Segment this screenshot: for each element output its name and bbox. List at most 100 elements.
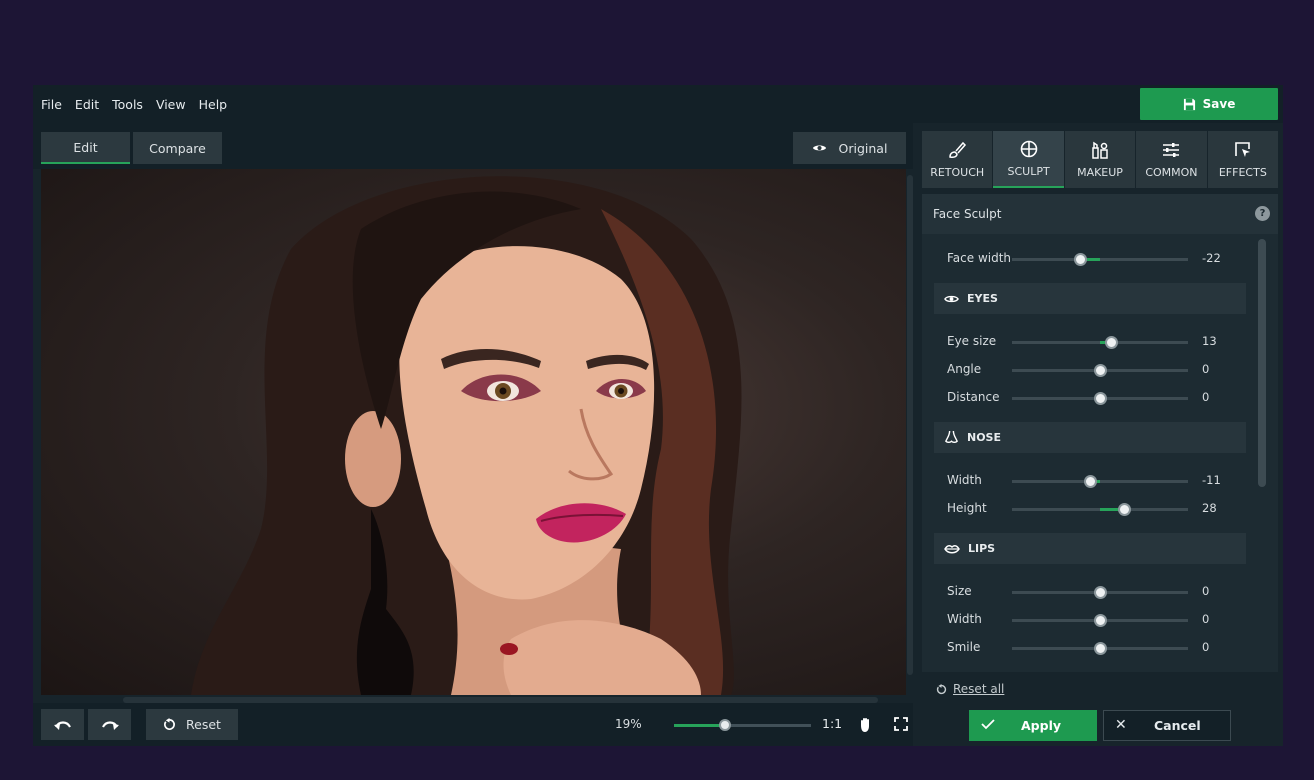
- slider-handle[interactable]: [1093, 586, 1107, 599]
- slider-track[interactable]: [1012, 336, 1188, 349]
- close-icon: ✕: [1115, 717, 1127, 733]
- section-eyes[interactable]: EYES: [934, 283, 1246, 314]
- slider-eye-angle: Angle 0: [922, 359, 1252, 381]
- sliders-icon: [1163, 143, 1180, 157]
- apply-label: Apply: [1021, 718, 1062, 733]
- slider-value: 0: [1202, 584, 1210, 598]
- slider-nose-height: Height 28: [922, 498, 1252, 520]
- actual-size-button[interactable]: 1:1: [822, 716, 842, 731]
- slider-handle[interactable]: [1093, 642, 1107, 655]
- tab-effects[interactable]: EFFECTS: [1207, 131, 1279, 188]
- slider-track[interactable]: [1012, 586, 1188, 599]
- slider-handle[interactable]: [1093, 364, 1107, 377]
- reset-all-label: Reset all: [953, 682, 1005, 696]
- menu-edit[interactable]: Edit: [75, 97, 99, 112]
- tool-tabs: RETOUCH SCULPT MAKEUP COMMON EFFECTS: [922, 131, 1279, 188]
- slider-value: -11: [1202, 473, 1221, 487]
- tab-edit[interactable]: Edit: [41, 132, 130, 164]
- slider-lips-smile: Smile 0: [922, 637, 1252, 659]
- eye-icon: [944, 295, 959, 302]
- canvas-vertical-scrollbar[interactable]: [907, 175, 913, 675]
- editor-window: File Edit Tools View Help Save Edit Comp…: [33, 85, 1283, 746]
- panel-title: Face Sculpt: [933, 207, 1002, 221]
- expand-icon: [894, 717, 908, 731]
- tab-compare-label: Compare: [149, 140, 206, 156]
- slider-eye-distance: Distance 0: [922, 387, 1252, 409]
- slider-value: 28: [1202, 501, 1217, 515]
- original-label: Original: [838, 140, 888, 156]
- tab-retouch-label: RETOUCH: [930, 166, 985, 179]
- zoom-slider[interactable]: [674, 719, 811, 731]
- sculpt-globe-icon: [1020, 140, 1037, 158]
- photo-canvas[interactable]: [41, 169, 906, 695]
- reset-all-link[interactable]: Reset all: [936, 682, 1004, 696]
- undo-icon: [53, 720, 71, 730]
- slider-handle[interactable]: [1104, 336, 1118, 349]
- menu-help[interactable]: Help: [199, 97, 228, 112]
- save-label: Save: [1202, 97, 1236, 111]
- face-sculpt-panel: Face Sculpt ? Face width -22 EYES Eye si…: [922, 194, 1278, 672]
- checkmark-icon: [981, 719, 995, 730]
- tab-sculpt[interactable]: SCULPT: [993, 131, 1064, 188]
- reset-label: Reset: [186, 717, 221, 732]
- slider-track[interactable]: [1012, 614, 1188, 627]
- tab-compare[interactable]: Compare: [133, 132, 222, 164]
- tab-edit-label: Edit: [73, 139, 98, 155]
- help-icon[interactable]: ?: [1255, 206, 1270, 221]
- hand-tool-button[interactable]: [856, 714, 876, 734]
- slider-value: 13: [1202, 334, 1217, 348]
- tab-sculpt-label: SCULPT: [1007, 165, 1050, 178]
- section-lips[interactable]: LIPS: [934, 533, 1246, 564]
- menu-tools[interactable]: Tools: [112, 97, 143, 112]
- menu-view[interactable]: View: [156, 97, 186, 112]
- slider-track[interactable]: [1012, 253, 1188, 266]
- section-lips-title: LIPS: [968, 542, 996, 555]
- slider-track[interactable]: [1012, 392, 1188, 405]
- slider-value: -22: [1202, 251, 1221, 265]
- tab-makeup-label: MAKEUP: [1077, 166, 1123, 179]
- save-button[interactable]: Save: [1140, 88, 1278, 120]
- makeup-icon: [1092, 141, 1108, 159]
- slider-handle[interactable]: [1083, 475, 1097, 488]
- slider-handle[interactable]: [1118, 503, 1132, 516]
- reset-button[interactable]: Reset: [146, 709, 238, 740]
- slider-label: Width: [947, 473, 982, 487]
- menu-file[interactable]: File: [41, 97, 62, 112]
- slider-track[interactable]: [1012, 642, 1188, 655]
- original-button[interactable]: Original: [793, 132, 906, 164]
- slider-label: Smile: [947, 640, 981, 654]
- zoom-slider-handle[interactable]: [718, 719, 731, 731]
- reset-icon: [164, 718, 175, 730]
- apply-button[interactable]: Apply: [969, 710, 1097, 741]
- tab-retouch[interactable]: RETOUCH: [922, 131, 993, 188]
- slider-handle[interactable]: [1093, 614, 1107, 627]
- cancel-button[interactable]: ✕ Cancel: [1103, 710, 1231, 741]
- slider-track[interactable]: [1012, 475, 1188, 488]
- retouch-brush-icon: [949, 141, 967, 158]
- slider-handle[interactable]: [1093, 392, 1107, 405]
- slider-label: Face width: [947, 251, 1012, 265]
- tab-effects-label: EFFECTS: [1218, 166, 1267, 179]
- fit-screen-button[interactable]: [891, 714, 911, 734]
- hand-icon: [861, 717, 869, 732]
- slider-lips-width: Width 0: [922, 609, 1252, 631]
- section-nose-title: NOSE: [967, 431, 1001, 444]
- menubar: File Edit Tools View Help Save: [33, 85, 1283, 123]
- redo-button[interactable]: [88, 709, 131, 740]
- menu: File Edit Tools View Help: [41, 85, 227, 123]
- zoom-level: 19%: [615, 717, 642, 731]
- section-eyes-title: EYES: [967, 292, 998, 305]
- tab-makeup[interactable]: MAKEUP: [1064, 131, 1136, 188]
- panel-scrollbar[interactable]: [1258, 239, 1266, 487]
- tab-common[interactable]: COMMON: [1136, 131, 1207, 188]
- slider-label: Distance: [947, 390, 1000, 404]
- section-nose[interactable]: NOSE: [934, 422, 1246, 453]
- slider-track[interactable]: [1012, 503, 1188, 516]
- slider-handle[interactable]: [1074, 253, 1088, 266]
- effects-icon: [1235, 142, 1250, 157]
- slider-label: Width: [947, 612, 982, 626]
- slider-track[interactable]: [1012, 364, 1188, 377]
- undo-button[interactable]: [41, 709, 84, 740]
- slider-label: Eye size: [947, 334, 997, 348]
- slider-value: 0: [1202, 362, 1210, 376]
